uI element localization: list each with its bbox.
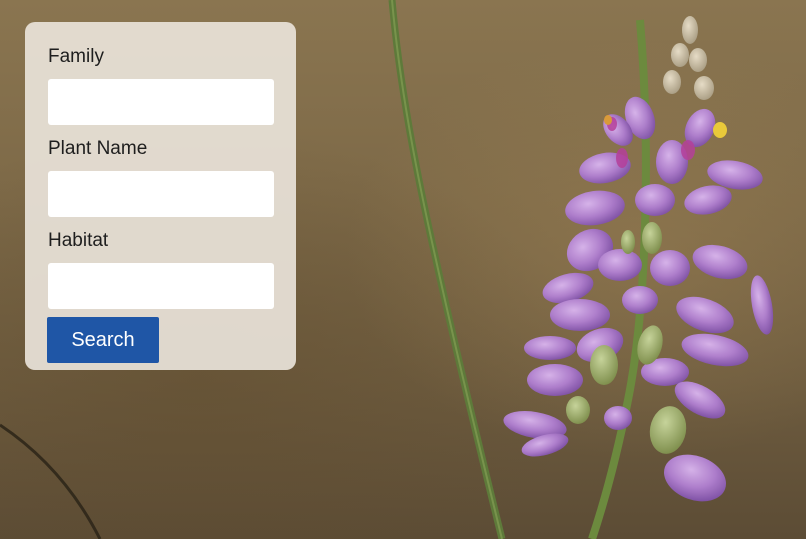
family-label: Family [48,46,104,67]
search-button[interactable]: Search [47,317,159,363]
search-panel: Family Plant Name Habitat Search [25,22,296,370]
plant-name-label: Plant Name [48,138,148,159]
plant-name-input[interactable] [48,171,274,217]
page: Family Plant Name Habitat Search [0,0,806,539]
habitat-label: Habitat [48,230,109,251]
family-input[interactable] [48,79,274,125]
habitat-input[interactable] [48,263,274,309]
